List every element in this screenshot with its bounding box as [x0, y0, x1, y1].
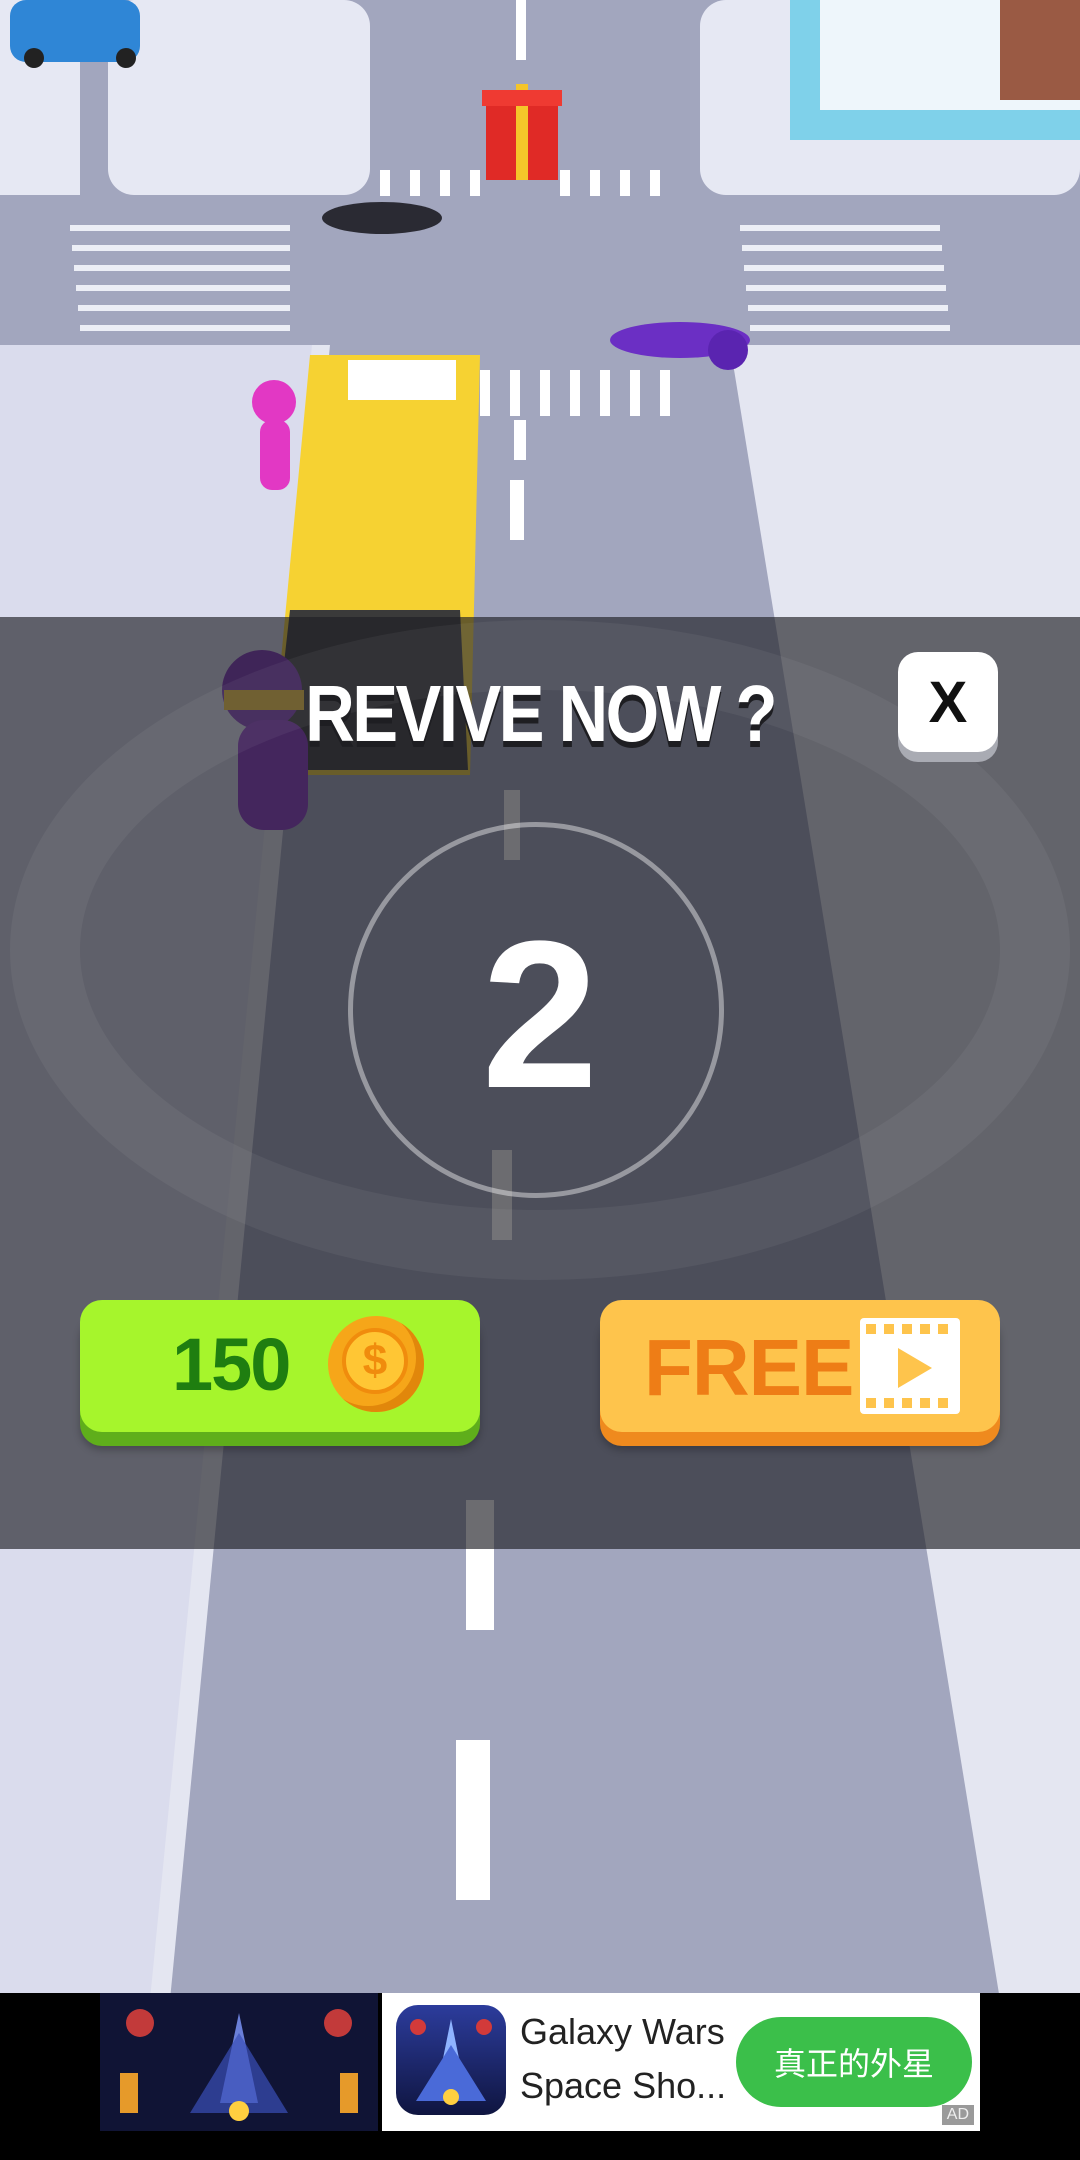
- spaceship-art-icon: [100, 1993, 378, 2131]
- ad-tag: AD: [941, 2105, 974, 2125]
- coins-cost-label: 150: [172, 1323, 291, 1406]
- ad-app-subtitle: Space Sho...: [520, 2065, 727, 2106]
- character-pink: [252, 380, 296, 424]
- countdown-number: 2: [481, 897, 599, 1132]
- revive-title: REVIVE NOW ?: [305, 669, 777, 758]
- free-label: FREE: [644, 1323, 854, 1412]
- close-label: X: [928, 669, 968, 735]
- ad-card[interactable]: Galaxy Wars Space Sho... 真正的外星 AD: [382, 1993, 980, 2131]
- revive-coins-button[interactable]: 150 $: [80, 1300, 480, 1432]
- app-icon[interactable]: [396, 2005, 506, 2115]
- revive-free-video-button[interactable]: FREE: [600, 1300, 1000, 1432]
- coin-symbol: $: [342, 1328, 408, 1394]
- ad-image[interactable]: [100, 1993, 378, 2131]
- sidewalk-block: [108, 0, 370, 195]
- close-button[interactable]: X: [898, 652, 998, 752]
- ad-banner[interactable]: Galaxy Wars Space Sho... 真正的外星 AD: [0, 1993, 1080, 2160]
- character-knocked: [322, 202, 442, 234]
- coin-icon: $: [328, 1316, 424, 1412]
- ad-install-button[interactable]: 真正的外星: [736, 2017, 972, 2107]
- ad-app-title: Galaxy Wars: [520, 2011, 725, 2052]
- video-play-icon: [860, 1318, 960, 1414]
